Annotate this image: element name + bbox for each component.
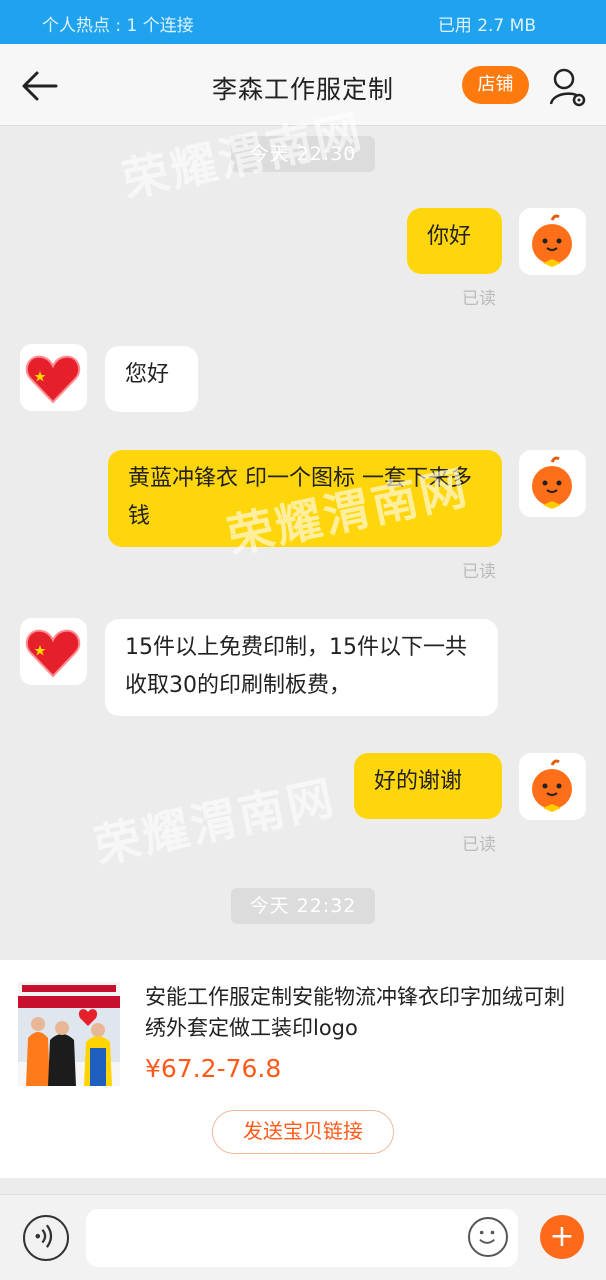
page-title: 李森工作服定制 (211, 75, 394, 104)
timestamp: 今天 22:32 (231, 888, 375, 924)
message-bubble-sent[interactable]: 你好 (407, 208, 502, 274)
chat-area[interactable]: 今天 22:30 你好 已读 您好 黄蓝冲锋衣 印一个图标 一套下来多钱 已读 (0, 104, 606, 960)
add-more-icon[interactable]: + (540, 1215, 584, 1259)
shop-avatar[interactable] (20, 344, 87, 411)
user-settings-icon[interactable] (548, 66, 586, 108)
hotspot-status: 个人热点 : 1 个连接 (42, 16, 194, 36)
pumpkin-mascot-icon (532, 214, 572, 267)
message-bubble-sent[interactable]: 好的谢谢 (354, 753, 502, 819)
read-status: 已读 (462, 562, 496, 582)
pumpkin-mascot-icon (532, 759, 572, 812)
emoji-icon[interactable] (468, 1217, 508, 1257)
message-bubble-sent[interactable]: 黄蓝冲锋衣 印一个图标 一套下来多钱 (108, 450, 502, 547)
read-status: 已读 (462, 289, 496, 309)
shop-avatar[interactable] (20, 618, 87, 685)
data-usage: 已用 2.7 MB (437, 16, 536, 36)
input-bar: + (0, 1194, 606, 1280)
chat-header: 李森工作服定制 店铺 (0, 44, 606, 126)
message-bubble-received[interactable]: 您好 (105, 346, 198, 412)
status-bar: 个人热点 : 1 个连接 已用 2.7 MB (0, 0, 606, 44)
read-status: 已读 (462, 835, 496, 855)
pumpkin-mascot-icon (532, 456, 572, 509)
watermark: 荣耀渭南网 (89, 770, 341, 874)
product-card[interactable]: 安能工作服定制安能物流冲锋衣印字加绒可刺绣外套定做工装印logo ¥67.2-7… (0, 960, 606, 1178)
product-title[interactable]: 安能工作服定制安能物流冲锋衣印字加绒可刺绣外套定做工装印logo (145, 982, 585, 1044)
timestamp: 今天 22:30 (231, 136, 375, 172)
heart-flag-icon (25, 629, 81, 678)
heart-flag-icon (25, 355, 81, 404)
jacket-models-image (18, 982, 120, 1086)
message-input[interactable] (86, 1209, 518, 1267)
my-avatar[interactable] (519, 208, 586, 275)
send-product-link-button[interactable]: 发送宝贝链接 (212, 1110, 394, 1154)
product-image[interactable] (18, 982, 120, 1086)
my-avatar[interactable] (519, 753, 586, 820)
store-button[interactable]: 店铺 (462, 66, 529, 104)
voice-input-icon[interactable] (23, 1215, 69, 1261)
message-bubble-received[interactable]: 15件以上免费印制，15件以下一共收取30的印刷制板费， (105, 619, 498, 716)
back-arrow-icon[interactable] (18, 64, 62, 108)
my-avatar[interactable] (519, 450, 586, 517)
product-price: ¥67.2-76.8 (145, 1054, 282, 1083)
